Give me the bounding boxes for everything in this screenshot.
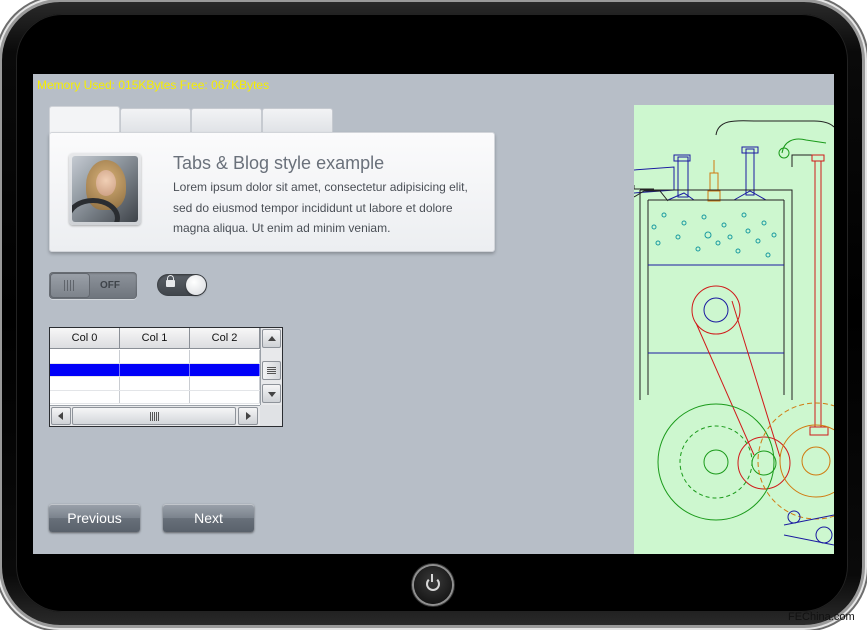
table-cell[interactable] — [120, 363, 190, 376]
table-row-selected[interactable] — [50, 363, 260, 377]
lock-icon — [166, 275, 175, 287]
blog-panel: Tabs & Blog style example Lorem ipsum do… — [49, 132, 495, 252]
table-cell[interactable] — [120, 377, 190, 390]
engine-drawing — [634, 105, 834, 554]
watermark: FEChina.com — [788, 611, 855, 623]
lock-toggle-switch[interactable] — [157, 274, 207, 296]
scroll-down-arrow-icon — [268, 392, 276, 397]
grid-header: Col 0 Col 1 Col 2 — [50, 328, 260, 349]
table-cell[interactable] — [190, 377, 260, 390]
grip-icon — [267, 367, 276, 375]
scroll-down-button[interactable] — [262, 384, 281, 403]
off-toggle-switch[interactable]: OFF — [49, 272, 137, 299]
toggle-label: OFF — [100, 280, 120, 291]
screen: Memory Used: 015KBytes Free: 067KBytes T… — [33, 74, 834, 554]
grip-icon — [150, 412, 159, 421]
vertical-scroll-thumb[interactable] — [262, 361, 281, 380]
table-row[interactable] — [50, 377, 260, 391]
scrollbar-corner — [260, 405, 282, 426]
data-grid: Col 0 Col 1 Col 2 — [49, 327, 283, 427]
table-row[interactable] — [50, 390, 260, 404]
tab-4[interactable] — [262, 108, 333, 133]
previous-button[interactable]: Previous — [49, 504, 140, 532]
horizontal-scrollbar[interactable] — [50, 405, 260, 426]
scroll-up-arrow-icon — [268, 336, 276, 341]
tab-2[interactable] — [120, 108, 191, 133]
panel-body: Lorem ipsum dolor sit amet, consectetur … — [173, 180, 468, 235]
table-cell[interactable] — [50, 377, 120, 390]
scroll-right-arrow-icon — [246, 412, 251, 420]
table-cell[interactable] — [120, 350, 190, 363]
table-row[interactable] — [50, 350, 260, 364]
power-button[interactable] — [414, 566, 452, 604]
power-icon — [426, 574, 440, 591]
tab-1[interactable] — [49, 106, 120, 135]
avatar-photo — [72, 156, 138, 222]
table-cell[interactable] — [50, 390, 120, 403]
table-cell[interactable] — [50, 350, 120, 363]
memory-status: Memory Used: 015KBytes Free: 067KBytes — [37, 78, 270, 92]
table-cell[interactable] — [190, 363, 260, 376]
column-header-0[interactable]: Col 0 — [50, 328, 120, 349]
toggle-knob[interactable] — [51, 274, 89, 297]
scroll-left-button[interactable] — [51, 407, 71, 425]
grid-body — [50, 350, 260, 404]
vertical-scrollbar[interactable] — [260, 328, 282, 405]
table-cell[interactable] — [120, 390, 190, 403]
column-header-1[interactable]: Col 1 — [120, 328, 190, 349]
tab-3[interactable] — [191, 108, 262, 133]
scroll-right-button[interactable] — [238, 407, 258, 425]
column-header-2[interactable]: Col 2 — [190, 328, 260, 349]
next-button[interactable]: Next — [163, 504, 254, 532]
table-cell[interactable] — [50, 363, 120, 376]
avatar — [69, 153, 141, 225]
scroll-left-arrow-icon — [58, 412, 63, 420]
lock-toggle-knob[interactable] — [186, 275, 206, 295]
horizontal-scroll-thumb[interactable] — [72, 407, 236, 425]
panel-title: Tabs & Blog style example — [173, 153, 385, 173]
table-cell[interactable] — [190, 390, 260, 403]
table-cell[interactable] — [190, 350, 260, 363]
engine-schematic-image — [634, 120, 834, 546]
grip-icon — [64, 280, 76, 291]
scroll-up-button[interactable] — [262, 329, 281, 348]
